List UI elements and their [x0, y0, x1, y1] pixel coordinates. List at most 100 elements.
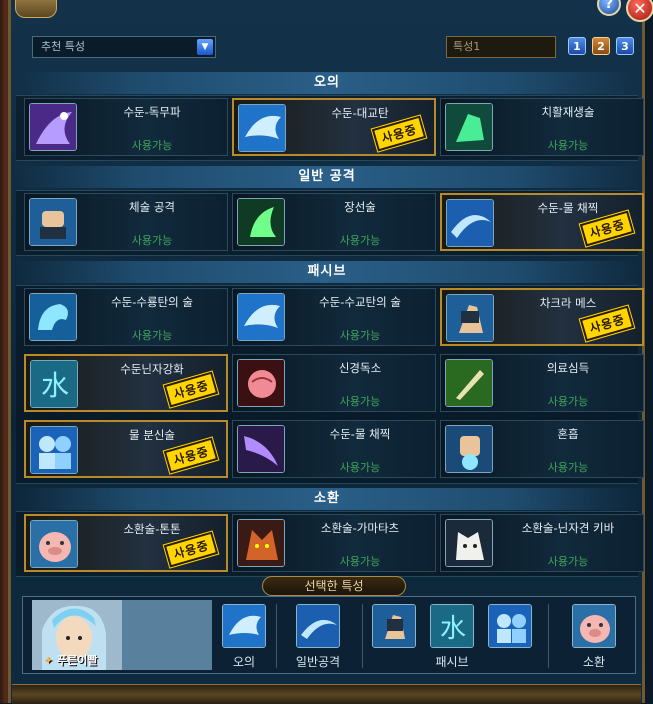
caption-attack: 일반공격: [295, 655, 341, 669]
close-button[interactable]: ✕: [626, 0, 653, 22]
trait-status: 사용가능: [131, 329, 173, 342]
trait-name: 장선술: [344, 200, 376, 214]
trait-card[interactable]: 소환술-가마타츠사용가능: [232, 514, 436, 572]
svg-text:水: 水: [440, 614, 466, 644]
caption-passive: 패시브: [435, 655, 469, 669]
trait-status: 사용가능: [131, 234, 173, 247]
preset-name-field[interactable]: 특성1: [446, 36, 556, 58]
selected-passive-icon-3[interactable]: [488, 604, 532, 648]
purple-whip-icon: [237, 425, 285, 473]
trait-card[interactable]: 소환술-톤톤 사용중: [24, 514, 228, 572]
frame-ornament-left: [15, 0, 57, 18]
water-shark-icon: [237, 293, 285, 341]
water-kanji-icon: 水: [30, 360, 78, 408]
pig-icon: [30, 520, 78, 568]
green-palm-icon: [237, 198, 285, 246]
water-kanji-icon: 水: [431, 605, 473, 647]
section-title-attack: 일반 공격: [16, 166, 638, 188]
trait-status: 사용가능: [547, 555, 589, 568]
character-name: ✦ 푸른이빨: [44, 652, 98, 668]
trait-card[interactable]: 수둔-수룡탄의 술사용가능: [24, 288, 228, 346]
trait-card[interactable]: 수둔-대교탄 사용중: [232, 98, 436, 156]
water-whip-icon: [446, 199, 494, 247]
water-dragon-icon: [29, 293, 77, 341]
window-bottom-frame: [12, 684, 641, 704]
purple-serpent-icon: [29, 103, 77, 151]
trait-name: 수둔-수교탄의 술: [319, 295, 401, 309]
selected-traits-title: 선택한 특성: [262, 576, 406, 596]
trait-name: 소환술-닌자견 키바: [521, 521, 615, 535]
trait-card[interactable]: 체술 공격사용가능: [24, 193, 228, 251]
white-dog-icon: [445, 519, 493, 567]
trait-name: 혼흡: [557, 427, 579, 441]
preset-button-3[interactable]: 3: [616, 37, 634, 55]
pig-icon: [573, 605, 615, 647]
character-name-label: 푸른이빨: [57, 654, 98, 667]
water-clone-icon: [489, 605, 531, 647]
preset-button-2[interactable]: 2: [592, 37, 610, 55]
trait-name: 수둔-수룡탄의 술: [111, 295, 193, 309]
trait-card[interactable]: 신경독소사용가능: [232, 354, 436, 412]
caption-summon: 소환: [582, 655, 606, 669]
trait-status: 사용가능: [547, 139, 589, 152]
recommend-trait-dropdown[interactable]: 추천 특성 ▼: [32, 36, 216, 58]
trait-card[interactable]: 수둔-물 채찍 사용중: [440, 193, 644, 251]
trait-status: 사용가능: [131, 139, 173, 152]
trait-name: 의료심득: [546, 361, 590, 375]
trait-name: 소환술-가마타츠: [320, 521, 400, 535]
trait-status: 사용가능: [339, 461, 381, 474]
water-clone-icon: [30, 426, 78, 474]
water-shark-icon: [223, 605, 265, 647]
trait-name: 체술 공격: [129, 200, 175, 214]
chevron-down-icon[interactable]: ▼: [197, 39, 213, 55]
toolbar: 추천 특성 ▼ 특성1 1 2 3: [32, 36, 634, 60]
palm-strike-icon: [445, 425, 493, 473]
selected-attack-icon[interactable]: [296, 604, 340, 648]
fist-icon: [29, 198, 77, 246]
section-title-ougi: 오의: [16, 72, 638, 94]
trait-card[interactable]: 치활재생술사용가능: [440, 98, 644, 156]
trait-card[interactable]: 물 분신술 사용중: [24, 420, 228, 478]
trait-name: 신경독소: [338, 361, 382, 375]
trait-name: 수둔-독무파: [123, 105, 181, 119]
water-whip-icon: [297, 605, 339, 647]
section-title-passive: 패시브: [16, 261, 638, 283]
trait-status: 사용가능: [339, 234, 381, 247]
divider: [276, 604, 277, 668]
selected-passive-icon-1[interactable]: [372, 604, 416, 648]
dropdown-value: 추천 특성: [41, 40, 85, 53]
scalpel-icon: [445, 359, 493, 407]
trait-card[interactable]: 수둔-물 채찍사용가능: [232, 420, 436, 478]
trait-status: 사용가능: [547, 461, 589, 474]
svg-text:水: 水: [41, 369, 69, 402]
trait-name: 수둔-물 채찍: [329, 427, 391, 441]
trait-card[interactable]: 수둔-수교탄의 술사용가능: [232, 288, 436, 346]
chakra-hand-icon: [373, 605, 415, 647]
trait-card[interactable]: 水 수둔닌자강화 사용중: [24, 354, 228, 412]
trait-card[interactable]: 장선술사용가능: [232, 193, 436, 251]
green-healing-hand-icon: [445, 103, 493, 151]
trait-card[interactable]: 혼흡사용가능: [440, 420, 644, 478]
water-shark-icon: [238, 104, 286, 152]
selected-summon-icon[interactable]: [572, 604, 616, 648]
selected-passive-icon-2[interactable]: 水: [430, 604, 474, 648]
fox-icon: [237, 519, 285, 567]
divider: [548, 604, 549, 668]
trait-status: 사용가능: [339, 395, 381, 408]
trait-status: 사용가능: [339, 555, 381, 568]
trait-status: 사용가능: [339, 329, 381, 342]
trait-name: 치활재생술: [541, 105, 595, 119]
brain-icon: [237, 359, 285, 407]
trait-card[interactable]: 차크라 메스 사용중: [440, 288, 644, 346]
star-icon: ✦: [44, 654, 54, 667]
caption-ougi: 오의: [232, 655, 256, 669]
trait-status: 사용가능: [547, 395, 589, 408]
divider: [362, 604, 363, 668]
preset-button-1[interactable]: 1: [568, 37, 586, 55]
trait-card[interactable]: 수둔-독무파사용가능: [24, 98, 228, 156]
section-title-summon: 소환: [16, 488, 638, 510]
chakra-hand-icon: [446, 294, 494, 342]
trait-card[interactable]: 소환술-닌자견 키바사용가능: [440, 514, 644, 572]
trait-card[interactable]: 의료심득사용가능: [440, 354, 644, 412]
selected-ougi-icon[interactable]: [222, 604, 266, 648]
